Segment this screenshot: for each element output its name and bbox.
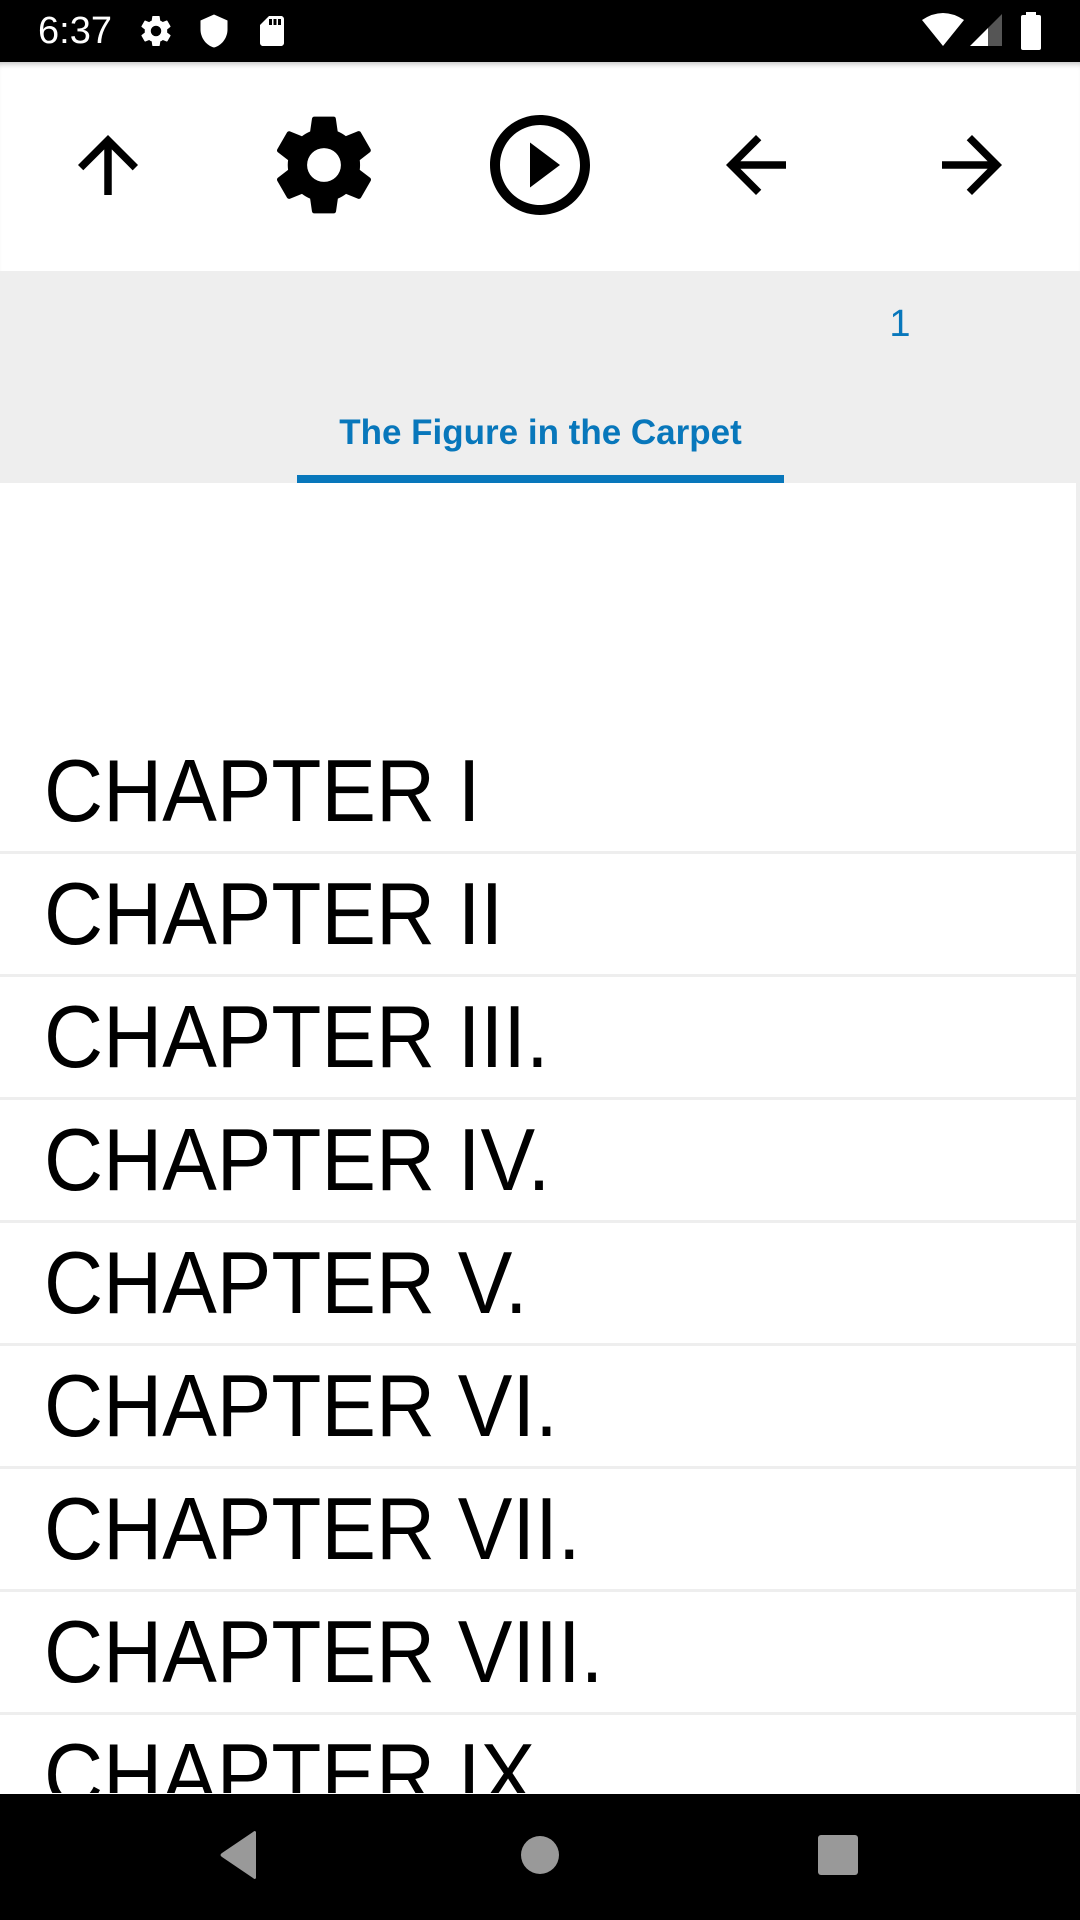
chapter-item[interactable]: CHAPTER VII. xyxy=(0,1469,1076,1592)
forward-button[interactable] xyxy=(907,102,1037,232)
chapter-item[interactable]: CHAPTER IX. xyxy=(0,1715,1076,1793)
chapter-label: CHAPTER V. xyxy=(44,1233,528,1332)
back-button[interactable] xyxy=(691,102,821,232)
chapter-label: CHAPTER I xyxy=(44,741,481,840)
up-button[interactable] xyxy=(43,102,173,232)
chapter-label: CHAPTER IX. xyxy=(44,1725,558,1793)
page-number: 1 xyxy=(889,303,911,345)
chapter-item[interactable]: CHAPTER IV. xyxy=(0,1100,1076,1223)
arrow-left-icon xyxy=(711,120,801,215)
nav-home-button[interactable] xyxy=(490,1817,590,1897)
nav-back-button[interactable] xyxy=(190,1817,290,1897)
chapter-label: CHAPTER IV. xyxy=(44,1110,551,1209)
chapter-list: CHAPTER I CHAPTER II CHAPTER III. CHAPTE… xyxy=(0,731,1076,1793)
chapter-item[interactable]: CHAPTER VIII. xyxy=(0,1592,1076,1715)
chapter-label: CHAPTER III. xyxy=(44,987,549,1086)
play-button[interactable] xyxy=(475,102,605,232)
arrow-right-icon xyxy=(927,120,1017,215)
nav-home-icon xyxy=(520,1835,560,1880)
settings-button[interactable] xyxy=(259,102,389,232)
tab-indicator xyxy=(297,475,784,483)
nav-back-icon xyxy=(218,1830,262,1885)
chapter-item[interactable]: CHAPTER V. xyxy=(0,1223,1076,1346)
battery-icon xyxy=(1020,12,1042,55)
status-bar: 6:37 xyxy=(0,0,1080,62)
chapter-item[interactable]: CHAPTER II xyxy=(0,854,1076,977)
status-time: 6:37 xyxy=(38,10,112,52)
nav-recents-button[interactable] xyxy=(788,1817,888,1897)
settings-icon xyxy=(138,13,174,54)
chapter-label: CHAPTER II xyxy=(44,864,504,963)
navigation-bar xyxy=(0,1794,1080,1920)
nav-recents-icon xyxy=(817,1834,859,1881)
arrow-up-icon xyxy=(63,120,153,215)
chapter-item[interactable]: CHAPTER I xyxy=(0,731,1076,854)
play-circle-icon xyxy=(480,105,600,230)
cell-signal-icon xyxy=(970,14,1004,53)
shield-icon xyxy=(196,13,232,54)
toolbar xyxy=(0,62,1080,271)
chapter-label: CHAPTER VIII. xyxy=(44,1602,604,1701)
chapter-item[interactable]: CHAPTER III. xyxy=(0,977,1076,1100)
sd-card-icon xyxy=(254,13,290,54)
tab-the-figure-in-the-carpet[interactable]: The Figure in the Carpet xyxy=(297,411,784,483)
wifi-icon xyxy=(922,12,964,53)
chapter-label: CHAPTER VI. xyxy=(44,1356,558,1455)
gear-icon xyxy=(266,107,382,228)
tabs-area: 1 The Figure in the Carpet xyxy=(0,271,1080,483)
chapter-label: CHAPTER VII. xyxy=(44,1479,581,1578)
tab-label: The Figure in the Carpet xyxy=(339,413,742,452)
chapter-item[interactable]: CHAPTER VI. xyxy=(0,1346,1076,1469)
chapter-list-container[interactable]: CHAPTER I CHAPTER II CHAPTER III. CHAPTE… xyxy=(0,483,1080,1793)
